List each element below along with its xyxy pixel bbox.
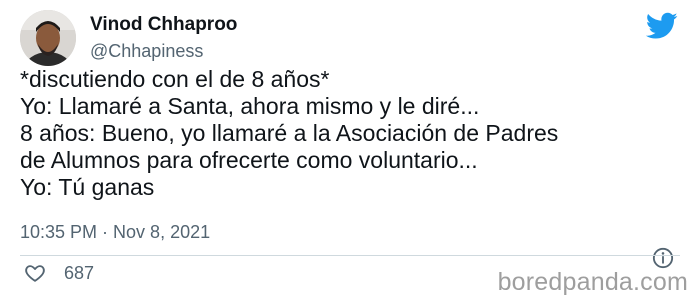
tweet-text: *discutiendo con el de 8 años* Yo: Llama…: [20, 66, 680, 201]
divider: [20, 255, 680, 256]
twitter-bird-icon[interactable]: [646, 12, 678, 40]
tweet-line: *discutiendo con el de 8 años*: [20, 66, 330, 92]
tweet-line: 8 años: Bueno, yo llamaré a la Asociació…: [20, 120, 559, 146]
tweet-timestamp[interactable]: 10:35 PM · Nov 8, 2021: [20, 220, 210, 244]
avatar-image: [20, 10, 76, 66]
watermark: boredpanda.com: [497, 268, 688, 296]
tweet-line: Yo: Llamaré a Santa, ahora mismo y le di…: [20, 93, 480, 119]
user-handle[interactable]: @Chhapiness: [90, 39, 237, 63]
like-action[interactable]: 687: [24, 262, 94, 284]
tweet-line: Yo: Tú ganas: [20, 174, 155, 200]
tweet-line: de Alumnos para ofrecerte como voluntari…: [20, 147, 478, 173]
info-icon[interactable]: [652, 247, 674, 269]
user-names: Vinod Chhaproo @Chhapiness: [90, 13, 237, 63]
tweet-card: Vinod Chhaproo @Chhapiness *discutiendo …: [0, 0, 700, 303]
avatar[interactable]: [20, 10, 76, 66]
display-name[interactable]: Vinod Chhaproo: [90, 13, 237, 37]
like-count: 687: [64, 262, 95, 283]
heart-icon[interactable]: [24, 262, 46, 284]
tweet-header: Vinod Chhaproo @Chhapiness: [20, 10, 237, 66]
